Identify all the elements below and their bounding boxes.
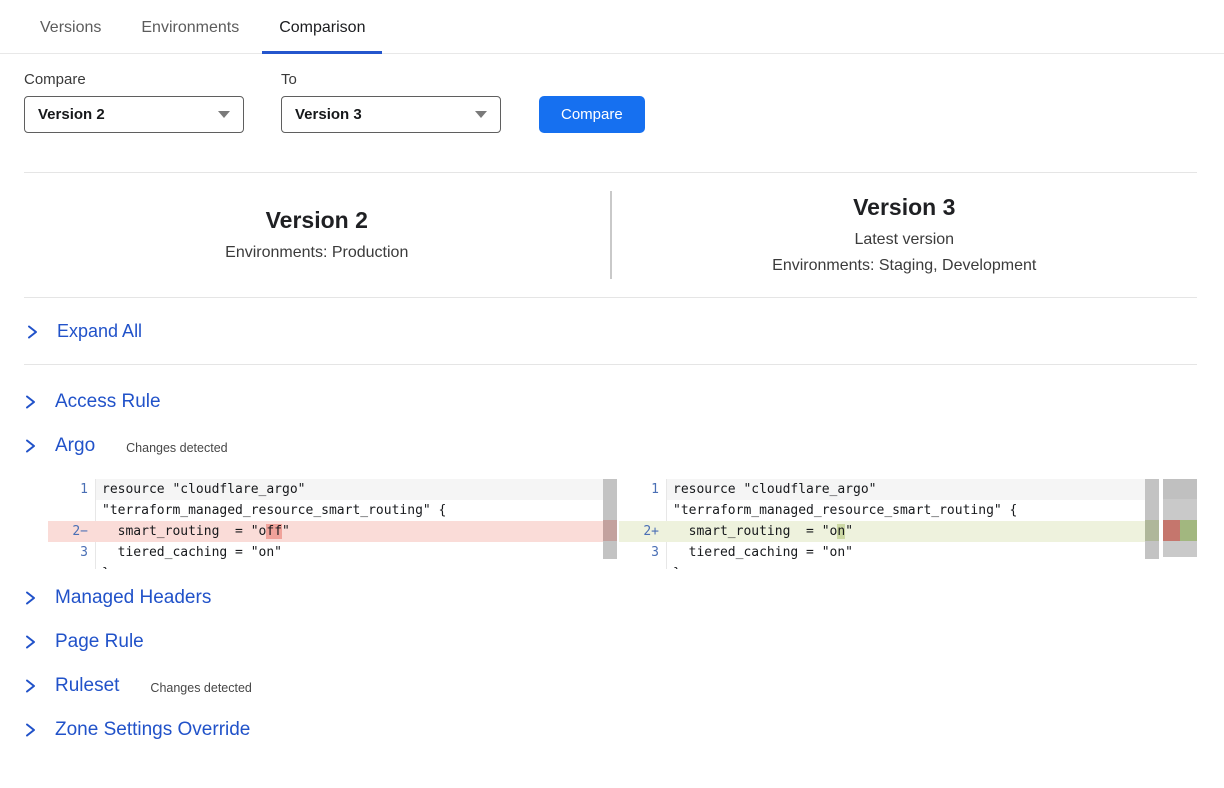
divider — [24, 364, 1197, 365]
section-label: Managed Headers — [55, 587, 211, 609]
section-argo[interactable]: Argo Changes detected — [24, 434, 1224, 458]
line-number — [48, 500, 96, 521]
added-sign: + — [651, 524, 659, 539]
to-field: To Version 3 — [281, 71, 501, 133]
scrollbar[interactable] — [1145, 479, 1159, 559]
section-zone-settings-override[interactable]: Zone Settings Override — [24, 718, 1224, 742]
diff-line: } — [619, 563, 1159, 569]
chevron-right-icon — [24, 723, 37, 737]
to-version-select[interactable]: Version 3 — [281, 96, 501, 133]
diff-line-wrap: "terraform_managed_resource_smart_routin… — [48, 500, 617, 521]
line-number — [619, 563, 667, 569]
line-number: 1 — [48, 479, 96, 500]
scrollbar[interactable] — [603, 479, 617, 559]
version-right-title: Version 3 — [612, 193, 1198, 223]
to-field-label: To — [281, 71, 501, 88]
section-label: Page Rule — [55, 631, 144, 653]
scrollbar-removed-mark — [603, 520, 617, 541]
line-number: 1 — [619, 479, 667, 500]
line-number: 2+ — [619, 521, 667, 542]
code-text: smart_routing = "on" — [667, 521, 1159, 542]
diff-line-removed: 2− smart_routing = "off" — [48, 521, 617, 542]
code-text: } — [667, 563, 1159, 569]
section-label: Access Rule — [55, 391, 161, 413]
diff-panel-left: 1 resource "cloudflare_argo" "terraform_… — [48, 479, 617, 569]
to-version-value: Version 3 — [295, 106, 362, 123]
version-right-environments: Environments: Staging, Development — [612, 256, 1198, 277]
chevron-right-icon — [24, 395, 37, 409]
compare-version-value: Version 2 — [38, 106, 105, 123]
line-number: 3 — [619, 542, 667, 563]
section-page-rule[interactable]: Page Rule — [24, 630, 1224, 654]
code-text: "terraform_managed_resource_smart_routin… — [667, 500, 1159, 521]
section-label: Ruleset — [55, 675, 119, 697]
changes-detected-badge: Changes detected — [150, 678, 251, 695]
dropdown-caret-icon — [218, 111, 230, 118]
section-label: Argo — [55, 435, 95, 457]
section-access-rule[interactable]: Access Rule — [24, 390, 1224, 414]
section-label: Zone Settings Override — [55, 719, 250, 741]
diff-panel-right: 1 resource "cloudflare_argo" "terraform_… — [619, 479, 1159, 569]
diff-line: 1 resource "cloudflare_argo" — [48, 479, 617, 500]
chevron-right-icon — [24, 635, 37, 649]
minimap-added-mark — [1180, 520, 1197, 541]
compare-field-label: Compare — [24, 71, 244, 88]
version-left-environments: Environments: Production — [24, 243, 610, 264]
tab-bar: Versions Environments Comparison — [0, 0, 1224, 54]
tab-versions[interactable]: Versions — [23, 0, 118, 54]
dropdown-caret-icon — [475, 111, 487, 118]
line-number: 3 — [48, 542, 96, 563]
minimap-viewport — [1163, 479, 1197, 499]
diff-line-wrap: "terraform_managed_resource_smart_routin… — [619, 500, 1159, 521]
diff-line: 3 tiered_caching = "on" — [48, 542, 617, 563]
removed-sign: − — [80, 524, 88, 539]
minimap-removed-mark — [1163, 520, 1180, 541]
chevron-right-icon — [24, 679, 37, 693]
line-number — [48, 563, 96, 569]
version-left-title: Version 2 — [24, 206, 610, 236]
scrollbar-added-mark — [1145, 520, 1159, 541]
diff-line-added: 2+ smart_routing = "on" — [619, 521, 1159, 542]
diff-line: 3 tiered_caching = "on" — [619, 542, 1159, 563]
version-header-right: Version 3 Latest version Environments: S… — [612, 183, 1198, 286]
code-text: resource "cloudflare_argo" — [667, 479, 1159, 500]
diff-overview-minimap[interactable] — [1163, 479, 1197, 557]
compare-button[interactable]: Compare — [539, 96, 645, 133]
section-managed-headers[interactable]: Managed Headers — [24, 586, 1224, 610]
line-number — [619, 500, 667, 521]
code-text: resource "cloudflare_argo" — [96, 479, 617, 500]
chevron-right-icon — [24, 439, 37, 453]
diff-line: 1 resource "cloudflare_argo" — [619, 479, 1159, 500]
version-headers: Version 2 Environments: Production Versi… — [24, 173, 1197, 297]
compare-field: Compare Version 2 — [24, 71, 244, 133]
changes-detected-badge: Changes detected — [126, 438, 227, 455]
chevron-right-icon — [26, 325, 39, 339]
expand-all-toggle[interactable]: Expand All — [0, 298, 1224, 364]
removed-word-highlight: ff — [266, 524, 282, 539]
argo-diff-viewer: 1 resource "cloudflare_argo" "terraform_… — [48, 479, 1197, 569]
sections-list: Access Rule Argo Changes detected 1 reso… — [24, 390, 1224, 742]
version-header-left: Version 2 Environments: Production — [24, 196, 610, 274]
compare-version-select[interactable]: Version 2 — [24, 96, 244, 133]
compare-form: Compare Version 2 To Version 3 Compare — [24, 71, 1197, 133]
chevron-right-icon — [24, 591, 37, 605]
code-text: tiered_caching = "on" — [667, 542, 1159, 563]
version-right-subtitle: Latest version — [612, 230, 1198, 251]
diff-line: } — [48, 563, 617, 569]
code-text: smart_routing = "off" — [96, 521, 617, 542]
tab-environments[interactable]: Environments — [124, 0, 256, 54]
line-number: 2− — [48, 521, 96, 542]
section-ruleset[interactable]: Ruleset Changes detected — [24, 674, 1224, 698]
expand-all-label: Expand All — [57, 321, 142, 342]
code-text: } — [96, 563, 617, 569]
code-text: tiered_caching = "on" — [96, 542, 617, 563]
tab-comparison[interactable]: Comparison — [262, 0, 382, 54]
code-text: "terraform_managed_resource_smart_routin… — [96, 500, 617, 521]
